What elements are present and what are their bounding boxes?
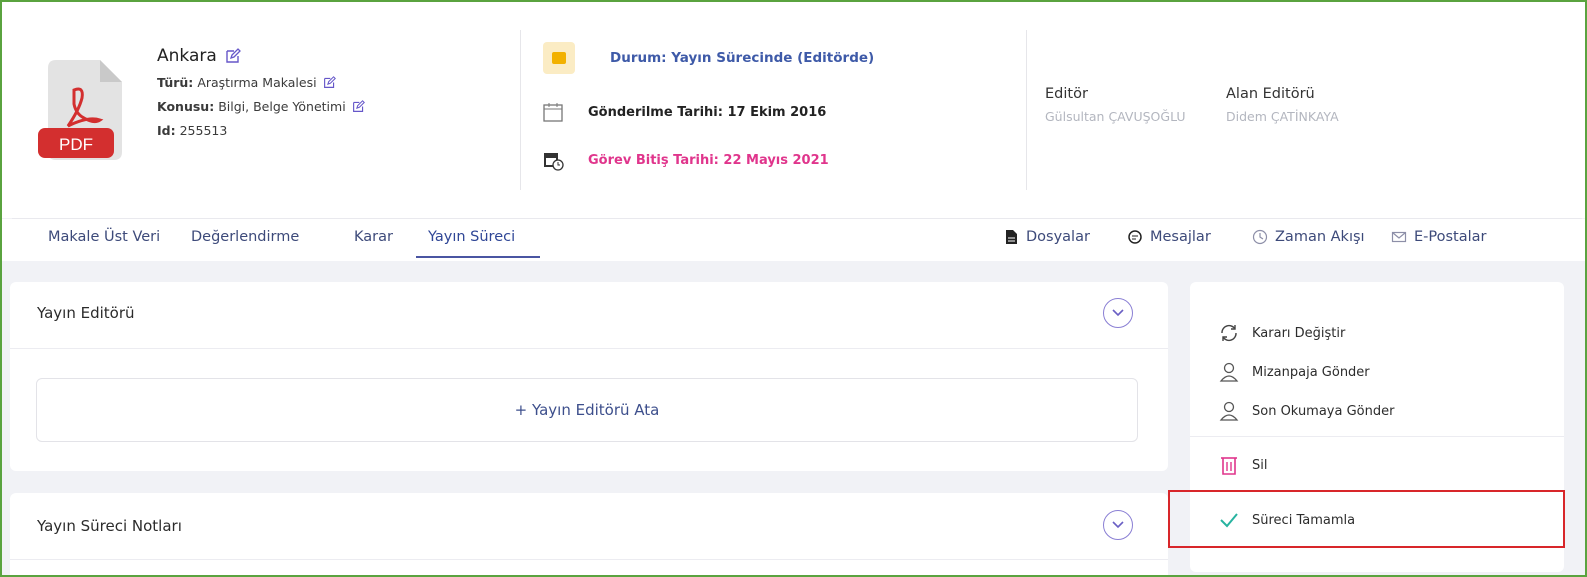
send-proofread-action[interactable]: Son Okumaya Gönder bbox=[1218, 400, 1394, 422]
delete-action[interactable]: Sil bbox=[1218, 454, 1267, 476]
tab-timeline[interactable]: Zaman Akışı bbox=[1252, 229, 1365, 245]
collapse-button[interactable] bbox=[1103, 510, 1133, 540]
status-icon bbox=[543, 42, 575, 74]
article-header: PDF Ankara Türü: Araştırma Makalesi Konu… bbox=[2, 2, 1585, 218]
user-icon bbox=[1219, 362, 1239, 382]
file-icon bbox=[1006, 230, 1017, 244]
panel-divider bbox=[1190, 436, 1564, 437]
field-editor-name: Didem ÇATİNKAYA bbox=[1226, 109, 1339, 124]
field-editor-label: Alan Editörü bbox=[1226, 86, 1315, 102]
edit-icon[interactable] bbox=[225, 48, 241, 64]
edit-topic-icon[interactable] bbox=[352, 100, 365, 113]
topic-label: Konusu: bbox=[157, 99, 215, 114]
chat-icon bbox=[1128, 230, 1142, 244]
assign-publication-editor-button[interactable]: + Yayın Editörü Ata bbox=[36, 378, 1138, 442]
send-layout-action[interactable]: Mizanpaja Gönder bbox=[1218, 361, 1370, 383]
editor-block: Editör Gülsultan ÇAVUŞOĞLU bbox=[1045, 86, 1186, 124]
header-divider bbox=[1026, 30, 1027, 190]
header-divider bbox=[520, 30, 521, 190]
clock-icon bbox=[1252, 229, 1268, 245]
highlight-box bbox=[1168, 490, 1565, 548]
pdf-icon-label: PDF bbox=[59, 135, 93, 154]
id-label: Id: bbox=[157, 123, 176, 138]
active-tab-indicator bbox=[416, 256, 540, 258]
chevron-down-icon bbox=[1112, 521, 1124, 529]
sent-date-row: Gönderilme Tarihi: 17 Ekim 2016 bbox=[542, 101, 826, 123]
tab-evaluation[interactable]: Değerlendirme bbox=[191, 229, 299, 245]
tab-publication-process[interactable]: Yayın Süreci bbox=[428, 229, 515, 245]
tab-bar: Makale Üst Veri Değerlendirme Karar Yayı… bbox=[2, 219, 1585, 261]
publication-editor-card: Yayın Editörü + Yayın Editörü Ata bbox=[10, 282, 1168, 471]
status-text: Durum: Yayın Sürecinde (Editörde) bbox=[610, 50, 875, 66]
collapse-button[interactable] bbox=[1103, 298, 1133, 328]
publication-notes-title: Yayın Süreci Notları bbox=[37, 517, 182, 535]
topic-value: Bilgi, Belge Yönetimi bbox=[218, 99, 346, 114]
send-proofread-label: Son Okumaya Gönder bbox=[1252, 403, 1395, 419]
calendar-icon bbox=[543, 103, 563, 122]
send-layout-label: Mizanpaja Gönder bbox=[1252, 364, 1370, 380]
tab-emails-label: E-Postalar bbox=[1414, 229, 1487, 245]
tab-article-metadata[interactable]: Makale Üst Veri bbox=[48, 229, 160, 245]
tab-messages-label: Mesajlar bbox=[1150, 229, 1211, 245]
publication-editor-title: Yayın Editörü bbox=[37, 304, 135, 322]
field-editor-block: Alan Editörü Didem ÇATİNKAYA bbox=[1226, 86, 1339, 124]
editor-name: Gülsultan ÇAVUŞOĞLU bbox=[1045, 109, 1186, 124]
calendar-clock-icon bbox=[544, 153, 564, 171]
article-title: Ankara bbox=[157, 46, 217, 66]
type-label: Türü: bbox=[157, 75, 194, 90]
app-frame: PDF Ankara Türü: Araştırma Makalesi Konu… bbox=[0, 0, 1587, 577]
trash-icon bbox=[1221, 457, 1237, 475]
editor-label: Editör bbox=[1045, 86, 1088, 102]
change-decision-action[interactable]: Kararı Değiştir bbox=[1218, 322, 1345, 344]
refresh-icon bbox=[1221, 324, 1237, 342]
mail-icon bbox=[1391, 231, 1407, 243]
change-decision-label: Kararı Değiştir bbox=[1252, 325, 1346, 341]
delete-label: Sil bbox=[1252, 457, 1268, 473]
tab-files-label: Dosyalar bbox=[1026, 229, 1090, 245]
user-icon bbox=[1219, 401, 1239, 421]
type-value: Araştırma Makalesi bbox=[197, 75, 317, 90]
tab-emails[interactable]: E-Postalar bbox=[1391, 229, 1487, 245]
due-date: Görev Bitiş Tarihi: 22 Mayıs 2021 bbox=[588, 152, 829, 168]
sent-date: Gönderilme Tarihi: 17 Ekim 2016 bbox=[588, 104, 827, 120]
tab-decision[interactable]: Karar bbox=[354, 229, 393, 245]
publication-notes-card: Yayın Süreci Notları bbox=[10, 493, 1168, 575]
article-info: Ankara Türü: Araştırma Makalesi Konusu: … bbox=[157, 46, 365, 138]
edit-type-icon[interactable] bbox=[323, 76, 336, 89]
card-divider bbox=[10, 559, 1168, 560]
tab-messages[interactable]: Mesajlar bbox=[1127, 229, 1211, 245]
id-value: 255513 bbox=[179, 123, 228, 138]
tab-timeline-label: Zaman Akışı bbox=[1275, 229, 1365, 245]
card-divider bbox=[10, 348, 1168, 349]
tab-files[interactable]: Dosyalar bbox=[1003, 229, 1090, 245]
due-date-row: Görev Bitiş Tarihi: 22 Mayıs 2021 bbox=[542, 149, 829, 171]
chevron-down-icon bbox=[1112, 309, 1124, 317]
pdf-file-icon: PDF bbox=[38, 60, 122, 160]
